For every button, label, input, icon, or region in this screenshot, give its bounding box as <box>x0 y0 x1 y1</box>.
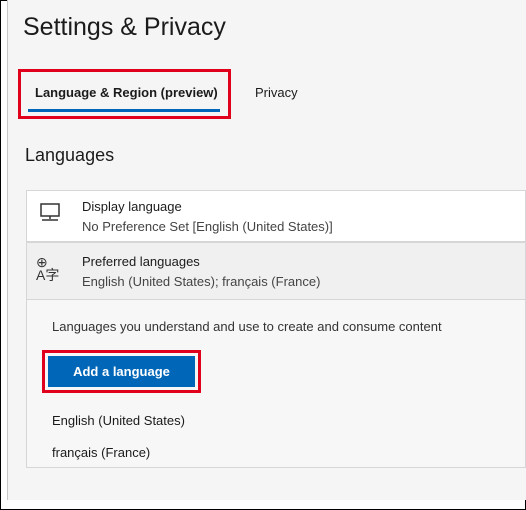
display-language-value: No Preference Set [English (United State… <box>82 219 333 234</box>
preferred-languages-title: Preferred languages <box>82 254 200 269</box>
display-language-row[interactable] <box>26 190 526 242</box>
tab-language-region[interactable]: Language & Region (preview) <box>35 85 218 100</box>
monitor-icon <box>40 203 60 221</box>
tab-privacy[interactable]: Privacy <box>255 85 298 100</box>
preferred-languages-value: English (United States); français (Franc… <box>82 274 321 289</box>
active-tab-indicator <box>28 109 220 112</box>
language-icon: ⊕ A字 <box>36 254 60 283</box>
preferred-languages-description: Languages you understand and use to crea… <box>52 319 442 334</box>
page-title: Settings & Privacy <box>23 13 226 41</box>
display-language-title: Display language <box>82 199 182 214</box>
preferred-languages-row[interactable] <box>26 242 526 300</box>
language-list-item[interactable]: English (United States) <box>52 413 185 428</box>
section-heading-languages: Languages <box>25 145 115 165</box>
add-language-button[interactable]: Add a language <box>48 356 195 387</box>
language-list-item[interactable]: français (France) <box>52 445 150 460</box>
